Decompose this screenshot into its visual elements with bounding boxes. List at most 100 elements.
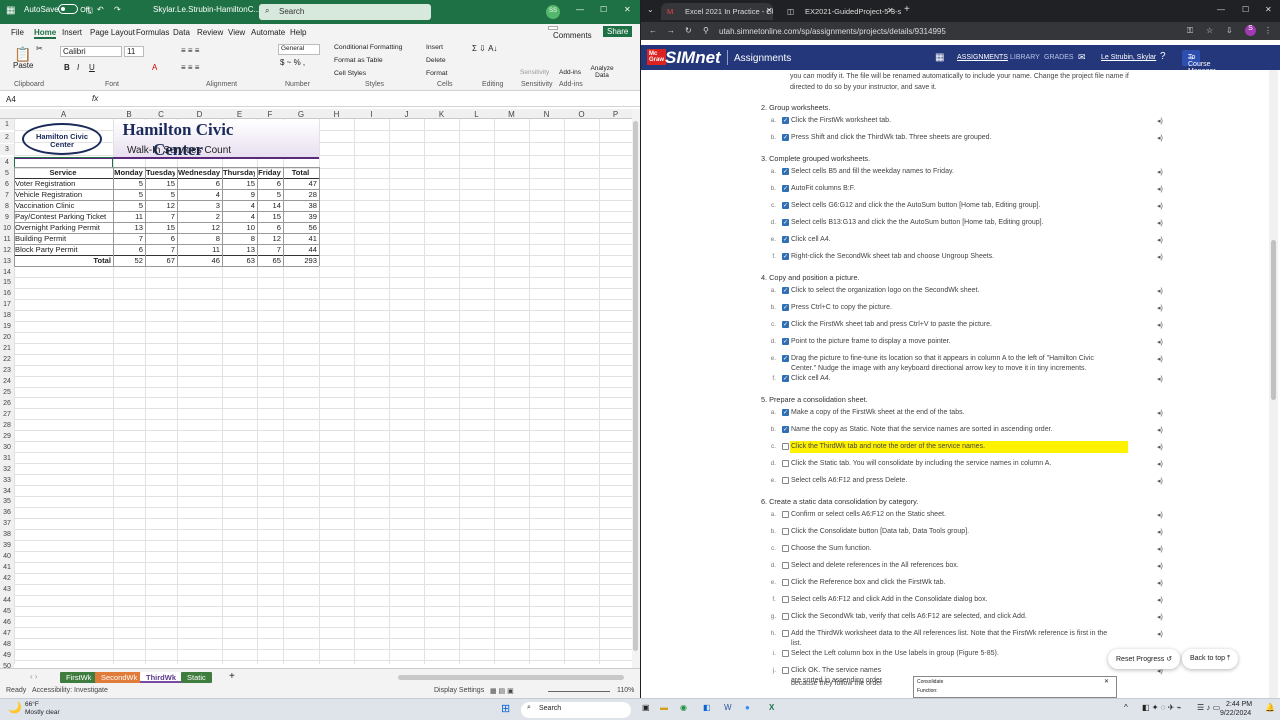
- count-cell[interactable]: 3: [178, 200, 220, 211]
- row-header[interactable]: 31: [0, 452, 14, 464]
- underline-icon[interactable]: U: [89, 63, 95, 72]
- row-header[interactable]: 11: [0, 233, 14, 245]
- audio-icon[interactable]: ◂): [1157, 630, 1163, 638]
- row-header[interactable]: 41: [0, 562, 14, 574]
- column-header[interactable]: H: [319, 110, 354, 119]
- audio-icon[interactable]: ◂): [1157, 375, 1163, 383]
- zoom-slider[interactable]: [548, 691, 610, 692]
- count-cell[interactable]: 7: [114, 233, 143, 244]
- row-header[interactable]: 2: [0, 131, 14, 143]
- service-name-cell[interactable]: Pay/Contest Parking Ticket: [15, 211, 111, 222]
- number-format-select[interactable]: General: [278, 44, 320, 55]
- count-cell[interactable]: 38: [284, 200, 317, 211]
- site-info-icon[interactable]: ⚲: [703, 26, 709, 35]
- column-header[interactable]: J: [389, 110, 424, 119]
- scroll-left-icon[interactable]: ‹ ›: [30, 672, 38, 681]
- count-cell[interactable]: 6: [146, 233, 175, 244]
- count-cell[interactable]: 4: [223, 211, 255, 222]
- count-cell[interactable]: 6: [114, 244, 143, 255]
- total-cell[interactable]: 63: [223, 255, 255, 266]
- count-cell[interactable]: 15: [146, 222, 175, 233]
- audio-icon[interactable]: ◂): [1157, 443, 1163, 451]
- count-cell[interactable]: 6: [258, 178, 281, 189]
- tab-view[interactable]: View: [228, 28, 245, 37]
- audio-icon[interactable]: ◂): [1157, 117, 1163, 125]
- row-header[interactable]: 38: [0, 529, 14, 541]
- total-cell[interactable]: 293: [284, 255, 317, 266]
- row-header[interactable]: 6: [0, 178, 14, 190]
- close-tab-icon[interactable]: ✕: [766, 6, 773, 15]
- paste-button[interactable]: Paste: [13, 61, 33, 70]
- excel-search-box[interactable]: ⌕ Search: [259, 4, 431, 20]
- add-sheet-icon[interactable]: +: [229, 671, 235, 682]
- mail-icon[interactable]: ✉: [1078, 52, 1086, 63]
- count-cell[interactable]: 12: [146, 200, 175, 211]
- taskbar-search[interactable]: ⌕ Search: [521, 702, 631, 718]
- count-cell[interactable]: 12: [178, 222, 220, 233]
- service-name-cell[interactable]: Voter Registration: [15, 178, 111, 189]
- count-cell[interactable]: 39: [284, 211, 317, 222]
- calendar-icon[interactable]: ▦: [935, 52, 944, 63]
- view-icons[interactable]: ▦ ▤ ▣: [490, 687, 514, 695]
- conditional-formatting-button[interactable]: Conditional Formatting: [334, 44, 402, 51]
- tab-data[interactable]: Data: [173, 28, 190, 37]
- forward-icon[interactable]: →: [667, 26, 675, 35]
- step-checkbox[interactable]: [782, 596, 789, 603]
- tray-chevron-icon[interactable]: ^: [1124, 703, 1128, 712]
- step-checkbox[interactable]: [782, 667, 789, 674]
- step-checkbox[interactable]: [782, 287, 789, 294]
- organization-logo[interactable]: Hamilton Civic Center: [22, 123, 102, 155]
- service-name-cell[interactable]: Building Permit: [15, 233, 111, 244]
- display-settings-button[interactable]: Display Settings: [434, 687, 484, 694]
- table-header[interactable]: Wednesday: [178, 167, 220, 178]
- row-header[interactable]: 18: [0, 310, 14, 322]
- audio-icon[interactable]: ◂): [1157, 409, 1163, 417]
- audio-icon[interactable]: ◂): [1157, 528, 1163, 536]
- column-header[interactable]: G: [283, 110, 319, 119]
- tab-automate[interactable]: Automate: [251, 28, 285, 37]
- browser-tab-active[interactable]: MExcel 2021 In Practice - Ch 5 Gu: [661, 3, 773, 20]
- count-cell[interactable]: 14: [258, 200, 281, 211]
- audio-icon[interactable]: ◂): [1157, 511, 1163, 519]
- step-checkbox[interactable]: [782, 477, 789, 484]
- row-header[interactable]: 35: [0, 496, 14, 508]
- tab-home[interactable]: Home: [34, 28, 57, 39]
- url-field[interactable]: utah.simnetonline.com/sp/assignments/pro…: [719, 27, 946, 36]
- bold-icon[interactable]: B: [64, 63, 70, 72]
- row-header[interactable]: 46: [0, 616, 14, 628]
- column-header[interactable]: M: [494, 110, 529, 119]
- comments-button[interactable]: Comments: [548, 26, 592, 40]
- horizontal-scrollbar[interactable]: [398, 675, 624, 680]
- column-header[interactable]: I: [354, 110, 389, 119]
- column-header[interactable]: P: [599, 110, 632, 119]
- table-header[interactable]: Thursday: [223, 167, 255, 178]
- table-header[interactable]: Friday: [258, 167, 281, 178]
- column-header[interactable]: A: [14, 110, 113, 119]
- reset-progress-button[interactable]: Reset Progress ↺: [1108, 649, 1181, 669]
- count-cell[interactable]: 10: [223, 222, 255, 233]
- nav-assignments[interactable]: ASSIGNMENTS: [957, 54, 1008, 61]
- font-size-select[interactable]: 11: [124, 46, 144, 57]
- task-view-icon[interactable]: ▣: [642, 703, 650, 712]
- addins-button[interactable]: Add-ins: [559, 69, 581, 76]
- align-bottom-icon[interactable]: ≡ ≡ ≡: [181, 63, 199, 72]
- step-checkbox[interactable]: [782, 460, 789, 467]
- row-header[interactable]: 23: [0, 365, 14, 377]
- format-as-table-button[interactable]: Format as Table: [334, 57, 383, 64]
- step-checkbox[interactable]: [782, 117, 789, 124]
- audio-icon[interactable]: ◂): [1157, 613, 1163, 621]
- bookmark-star-icon[interactable]: ☆: [1206, 26, 1213, 35]
- windows-start-icon[interactable]: ⊞: [501, 702, 510, 715]
- accessibility-status[interactable]: Accessibility: Investigate: [32, 687, 108, 694]
- nav-library[interactable]: LIBRARY: [1010, 54, 1040, 61]
- row-header[interactable]: 19: [0, 321, 14, 333]
- row-header[interactable]: 39: [0, 540, 14, 552]
- step-checkbox[interactable]: [782, 338, 789, 345]
- audio-icon[interactable]: ◂): [1157, 287, 1163, 295]
- count-cell[interactable]: 5: [114, 178, 143, 189]
- redo-icon[interactable]: ↷: [114, 5, 121, 14]
- row-header[interactable]: 47: [0, 627, 14, 639]
- row-header[interactable]: 14: [0, 266, 14, 278]
- autosave-toggle[interactable]: Off: [55, 4, 89, 15]
- row-header[interactable]: 21: [0, 343, 14, 355]
